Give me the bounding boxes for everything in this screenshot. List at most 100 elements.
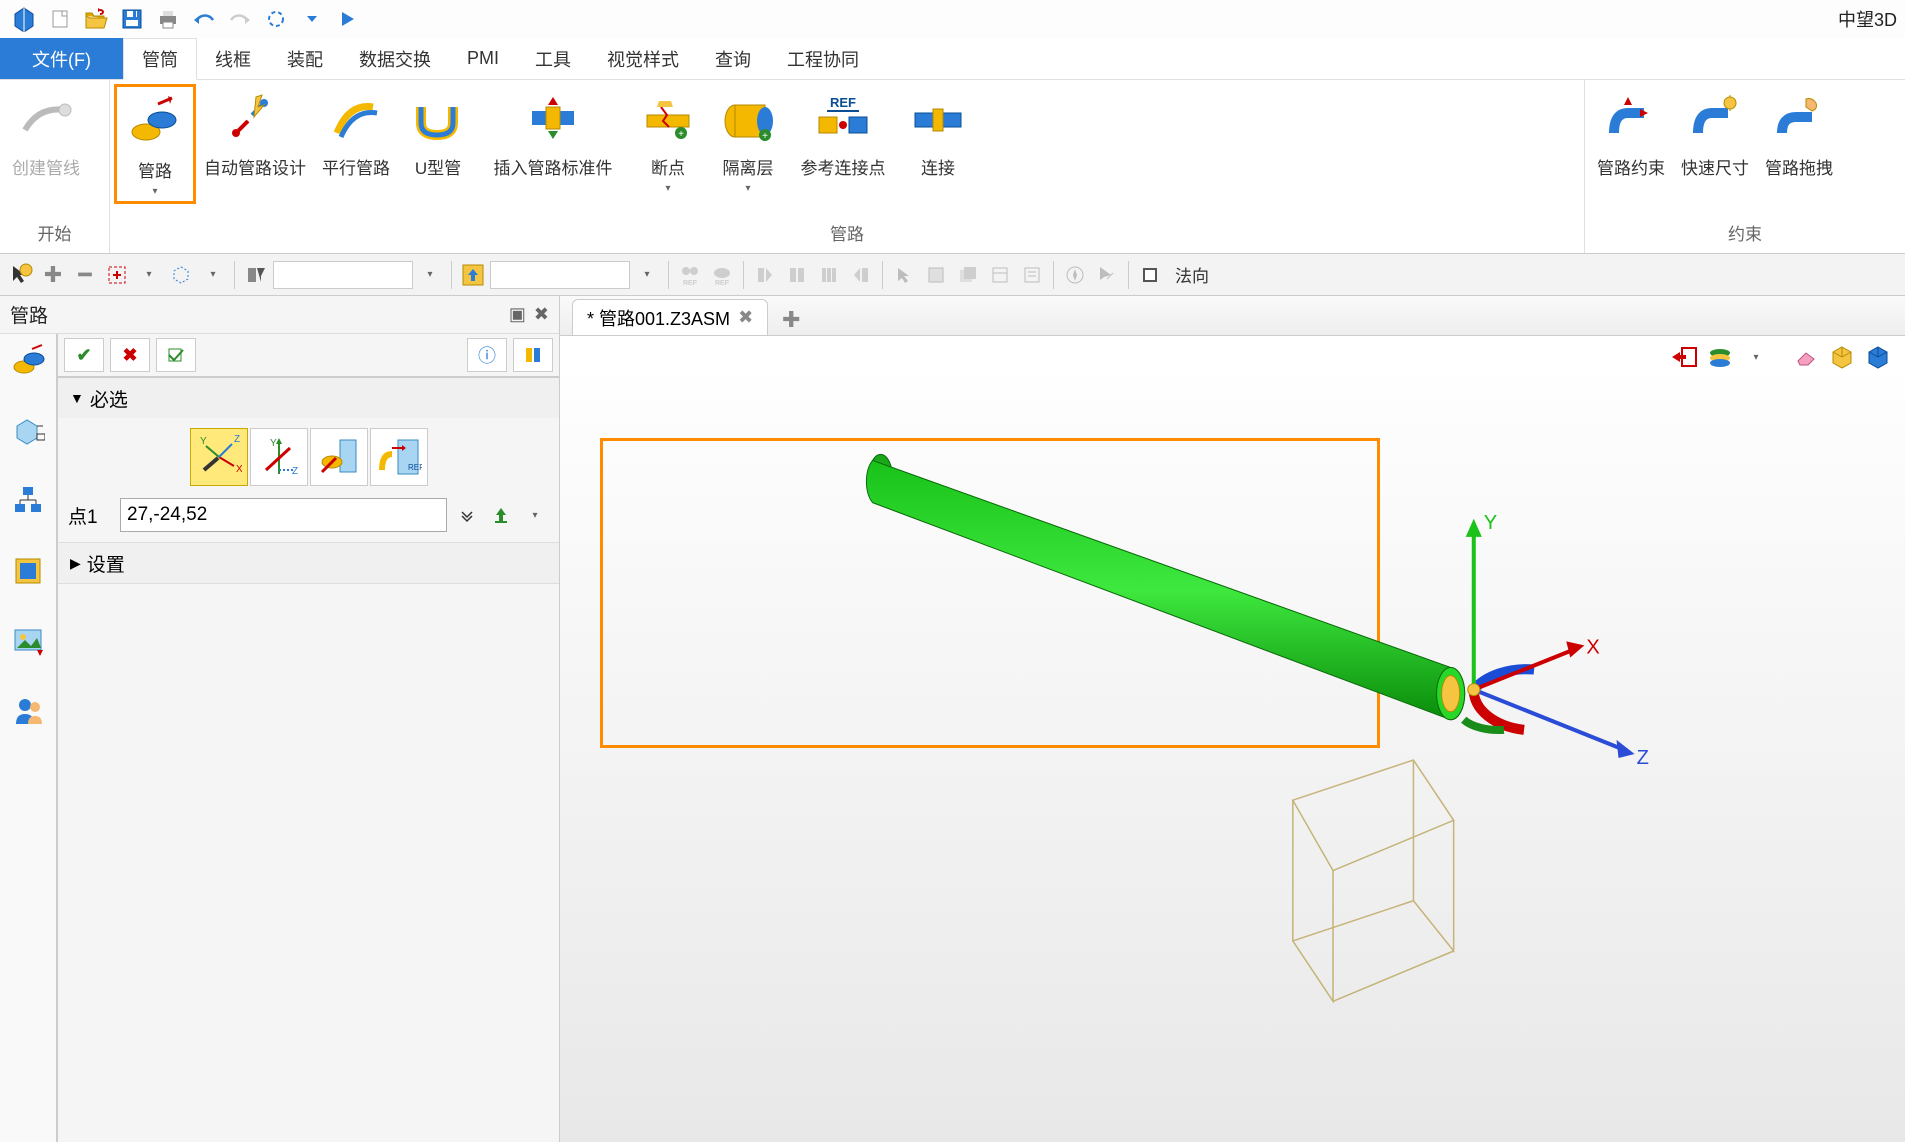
- break-point-button[interactable]: + 断点 ▾: [628, 84, 708, 198]
- eraser-icon[interactable]: [1791, 342, 1821, 372]
- menu-tab-collab[interactable]: 工程协同: [769, 38, 877, 79]
- hexagon-icon[interactable]: [166, 260, 196, 290]
- mode-axis-button[interactable]: YZ: [250, 428, 308, 486]
- menu-tab-wireframe[interactable]: 线框: [197, 38, 269, 79]
- selection-box-icon[interactable]: [102, 260, 132, 290]
- chevron-down-icon[interactable]: ▾: [134, 260, 164, 290]
- insert-std-button[interactable]: 插入管路标准件: [478, 84, 628, 183]
- normal-label: 法向: [1175, 262, 1209, 287]
- minus-icon[interactable]: ━: [70, 260, 100, 290]
- pipe-constraint-button[interactable]: 管路约束: [1589, 84, 1673, 183]
- import-combo[interactable]: [490, 261, 630, 289]
- redo-icon[interactable]: [224, 3, 256, 35]
- menu-tab-data-exchange[interactable]: 数据交换: [341, 38, 449, 79]
- new-icon[interactable]: [44, 3, 76, 35]
- chevron-down-icon[interactable]: ▾: [1741, 342, 1771, 372]
- vtab-pipe-icon[interactable]: [7, 340, 49, 382]
- open-icon[interactable]: [80, 3, 112, 35]
- chevron-down-icon[interactable]: ▾: [632, 260, 662, 290]
- square-icon[interactable]: [1135, 260, 1165, 290]
- cursor-hint-icon[interactable]: [6, 260, 36, 290]
- vtab-image-icon[interactable]: [7, 620, 49, 662]
- compass-icon[interactable]: [1060, 260, 1090, 290]
- vtab-cube-icon[interactable]: [7, 550, 49, 592]
- menu-tab-query[interactable]: 查询: [697, 38, 769, 79]
- help-button[interactable]: [513, 338, 553, 372]
- save-icon[interactable]: [116, 3, 148, 35]
- doc-tool-1-icon[interactable]: [921, 260, 951, 290]
- pipe-button[interactable]: 管路 ▾: [114, 84, 196, 204]
- svg-text:X: X: [236, 464, 242, 475]
- dropdown-icon[interactable]: [296, 3, 328, 35]
- pipe-constraint-icon: [1601, 88, 1661, 148]
- import-icon[interactable]: [458, 260, 488, 290]
- expand-down-icon[interactable]: [453, 500, 481, 530]
- undo-icon[interactable]: [188, 3, 220, 35]
- vtab-box-icon[interactable]: [7, 410, 49, 452]
- align-4-icon[interactable]: [846, 260, 876, 290]
- menu-tab-pipe[interactable]: 管筒: [123, 38, 197, 80]
- menu-file[interactable]: 文件(F): [0, 38, 123, 79]
- pick-point-icon[interactable]: [487, 500, 515, 530]
- cancel-button[interactable]: ✖: [110, 338, 150, 372]
- pipe-drag-icon: [1769, 88, 1829, 148]
- exit-icon[interactable]: [1669, 342, 1699, 372]
- panel-close-icon[interactable]: ✖: [534, 304, 549, 325]
- section-settings-header[interactable]: ▶ 设置: [58, 543, 559, 583]
- ok-button[interactable]: ✔: [64, 338, 104, 372]
- play-icon[interactable]: [332, 3, 364, 35]
- section-required-header[interactable]: ▼ 必选: [58, 378, 559, 418]
- create-pipeline-button[interactable]: 创建管线: [4, 84, 88, 183]
- tab-close-icon[interactable]: ✖: [738, 307, 753, 328]
- ref-tool-2-icon[interactable]: REF: [707, 260, 737, 290]
- menu-tab-pmi[interactable]: PMI: [449, 38, 517, 79]
- info-button[interactable]: ⓘ: [467, 338, 507, 372]
- isolation-button[interactable]: + 隔离层 ▾: [708, 84, 788, 198]
- parallel-pipe-button[interactable]: 平行管路: [314, 84, 398, 183]
- 3d-viewport[interactable]: Y X Z: [560, 378, 1905, 1142]
- mode-surface-button[interactable]: [310, 428, 368, 486]
- ref-conn-button[interactable]: REF 参考连接点: [788, 84, 898, 183]
- refresh-icon[interactable]: [260, 3, 292, 35]
- align-1-icon[interactable]: [750, 260, 780, 290]
- align-3-icon[interactable]: [814, 260, 844, 290]
- add-tab-button[interactable]: ✚: [776, 305, 806, 335]
- print-icon[interactable]: [152, 3, 184, 35]
- pipe-drag-button[interactable]: 管路拖拽: [1757, 84, 1841, 183]
- cube-yellow-icon[interactable]: [1827, 342, 1857, 372]
- layers-icon[interactable]: [1705, 342, 1735, 372]
- doc-tool-2-icon[interactable]: [953, 260, 983, 290]
- doc-tool-4-icon[interactable]: [1017, 260, 1047, 290]
- point1-input[interactable]: [120, 498, 447, 532]
- menu-tab-tools[interactable]: 工具: [517, 38, 589, 79]
- vtab-tree-icon[interactable]: [7, 480, 49, 522]
- svg-text:REF: REF: [408, 463, 422, 472]
- ref-tool-1-icon[interactable]: REF: [675, 260, 705, 290]
- filter-combo[interactable]: [273, 261, 413, 289]
- apply-button[interactable]: [156, 338, 196, 372]
- chevron-down-icon[interactable]: ▾: [415, 260, 445, 290]
- connect-button[interactable]: 连接: [898, 84, 978, 183]
- quick-dim-button[interactable]: 快速尺寸: [1673, 84, 1757, 183]
- mode-ref-button[interactable]: REF: [370, 428, 428, 486]
- chevron-down-icon[interactable]: ▾: [521, 500, 549, 530]
- svg-text:Y: Y: [270, 438, 277, 449]
- cursor-tool-icon[interactable]: [889, 260, 919, 290]
- menu-tab-assembly[interactable]: 装配: [269, 38, 341, 79]
- app-logo-icon[interactable]: [8, 3, 40, 35]
- menu-tab-visual-style[interactable]: 视觉样式: [589, 38, 697, 79]
- cursor-arrow-icon[interactable]: [1092, 260, 1122, 290]
- plus-icon[interactable]: ✚: [38, 260, 68, 290]
- align-2-icon[interactable]: [782, 260, 812, 290]
- document-tab[interactable]: * 管路001.Z3ASM ✖: [572, 299, 768, 335]
- u-pipe-button[interactable]: U型管: [398, 84, 478, 183]
- chevron-down-icon[interactable]: ▾: [198, 260, 228, 290]
- auto-pipe-button[interactable]: 自动管路设计: [196, 84, 314, 183]
- filter-icon[interactable]: [241, 260, 271, 290]
- svg-text:REF: REF: [683, 280, 697, 287]
- panel-restore-icon[interactable]: ▣: [509, 304, 526, 325]
- vtab-user-icon[interactable]: [7, 690, 49, 732]
- doc-tool-3-icon[interactable]: [985, 260, 1015, 290]
- mode-xyz-button[interactable]: XYZ: [190, 428, 248, 486]
- cube-blue-icon[interactable]: [1863, 342, 1893, 372]
